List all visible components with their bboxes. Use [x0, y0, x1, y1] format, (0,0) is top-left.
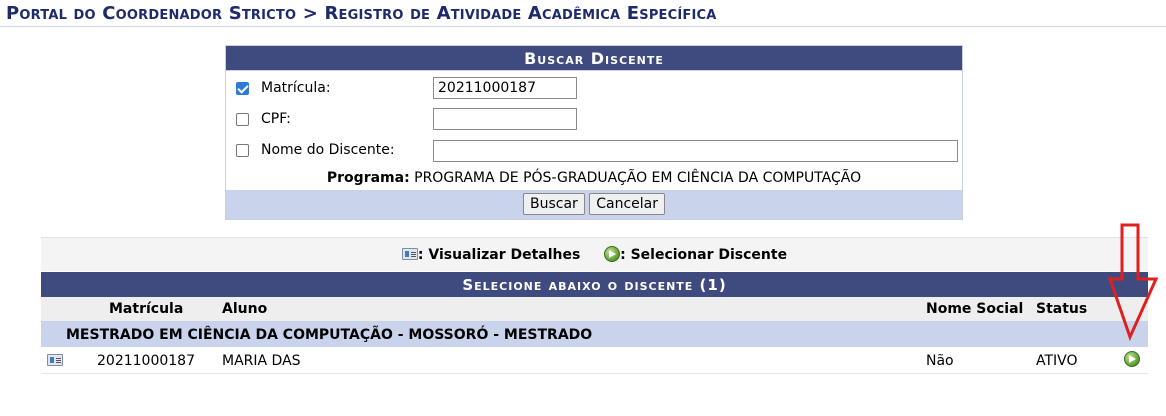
col-nome-social: Nome Social: [926, 301, 1024, 317]
green-arrow-icon: [604, 246, 621, 262]
breadcrumb: Portal do Coordenador Stricto > Registro…: [6, 3, 717, 24]
matricula-checkbox[interactable]: [236, 81, 249, 95]
cpf-label: CPF:: [261, 111, 291, 127]
search-form: Buscar Discente Matrícula: CPF: Nome do …: [225, 45, 963, 220]
cancelar-button[interactable]: Cancelar: [589, 193, 666, 215]
row-matricula: 20211000187: [97, 353, 195, 369]
results-title: Selecione abaixo o discente (1): [41, 272, 1148, 297]
annotation-arrow-icon: [1108, 223, 1159, 341]
icon-legend: : Visualizar Detalhes : Selecionar Disce…: [41, 237, 1148, 271]
table-row: 20211000187 MARIA DAS Não ATIVO: [41, 347, 1148, 374]
matricula-label: Matrícula:: [261, 80, 331, 96]
matricula-input[interactable]: [433, 77, 577, 99]
group-header: MESTRADO EM CIÊNCIA DA COMPUTAÇÃO - MOSS…: [41, 321, 1148, 347]
student-card-icon: [401, 248, 418, 260]
select-student-icon[interactable]: [1124, 351, 1140, 367]
cpf-input[interactable]: [433, 108, 577, 130]
cpf-row: CPF:: [236, 107, 291, 131]
column-header-row: Matrícula Aluno Nome Social Status: [41, 297, 1148, 321]
legend-detalhes-label: : Visualizar Detalhes: [417, 247, 581, 263]
search-button-bar: Buscar Cancelar: [226, 190, 962, 219]
row-status: ATIVO: [1036, 353, 1078, 369]
col-status: Status: [1036, 301, 1088, 317]
row-aluno: MARIA DAS: [222, 353, 301, 369]
breadcrumb-divider: [0, 26, 1166, 27]
results-table: Selecione abaixo o discente (1) Matrícul…: [41, 272, 1148, 374]
nome-row: Nome do Discente:: [236, 138, 395, 162]
programa-value: PROGRAMA DE PÓS-GRADUAÇÃO EM CIÊNCIA DA …: [414, 170, 862, 186]
matricula-row: Matrícula:: [236, 76, 331, 100]
nome-input[interactable]: [433, 140, 958, 162]
nome-checkbox[interactable]: [236, 143, 249, 157]
buscar-button[interactable]: Buscar: [522, 193, 585, 215]
legend-selecionar-label: : Selecionar Discente: [620, 247, 788, 263]
col-aluno: Aluno: [222, 301, 268, 317]
programa-label: Programa:: [326, 170, 410, 186]
view-details-icon[interactable]: [47, 354, 63, 366]
search-form-title: Buscar Discente: [226, 46, 962, 71]
programa-line: Programa: PROGRAMA DE PÓS-GRADUAÇÃO EM C…: [226, 170, 962, 186]
row-nome-social: Não: [926, 353, 954, 369]
cpf-checkbox[interactable]: [236, 112, 249, 126]
col-matricula: Matrícula: [109, 301, 184, 317]
nome-label: Nome do Discente:: [261, 142, 395, 158]
